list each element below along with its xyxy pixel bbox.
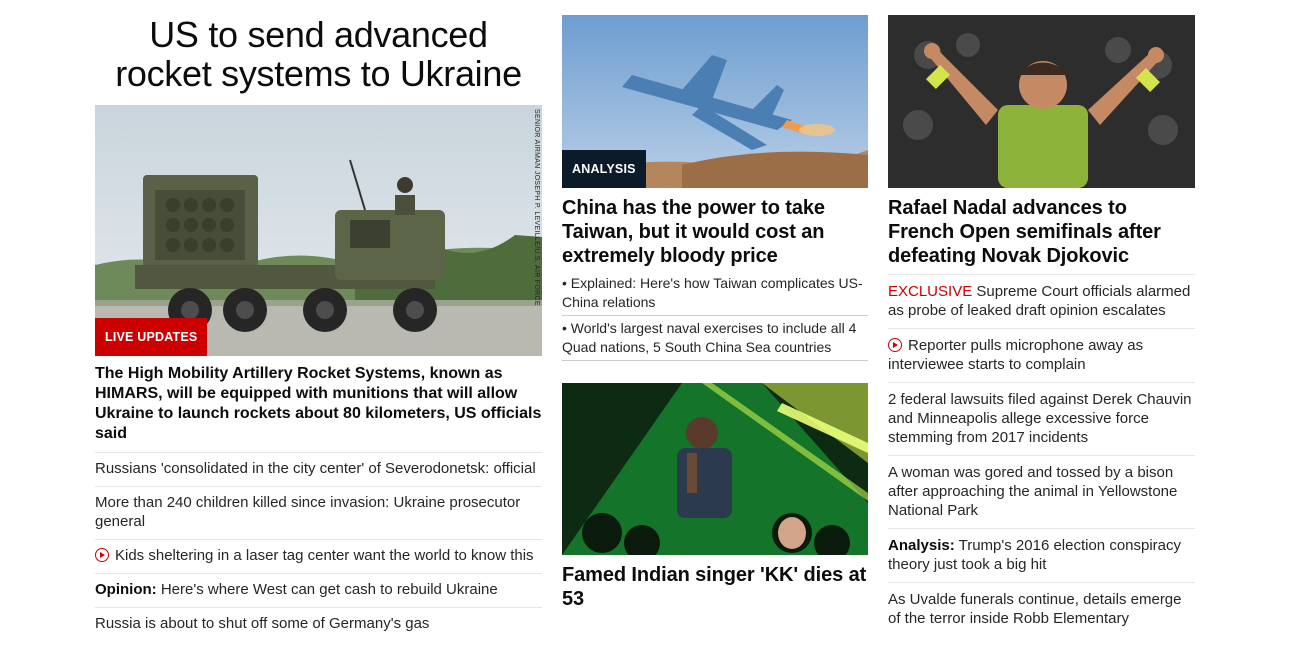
live-updates-badge[interactable]: LIVE UPDATES [95,318,208,356]
nadal-headline[interactable]: Rafael Nadal advances to French Open sem… [888,196,1195,268]
list-item[interactable]: Opinion: Here's where West can get cash … [95,574,542,608]
analysis-badge[interactable]: ANALYSIS [562,150,646,188]
right-column: Rafael Nadal advances to French Open sem… [888,0,1195,636]
play-icon [888,338,902,352]
lead-summary[interactable]: The High Mobility Artillery Rocket Syste… [95,364,542,453]
list-item[interactable]: Russians 'consolidated in the city cente… [95,453,542,487]
list-item[interactable]: 2 federal lawsuits filed against Derek C… [888,383,1195,456]
play-icon [95,548,109,562]
kk-image[interactable] [562,383,868,555]
list-item[interactable]: More than 240 children killed since inva… [95,487,542,540]
concert-photo [562,383,868,555]
middle-column: ANALYSIS China has the power to take Tai… [562,0,868,611]
list-item[interactable]: • Explained: Here's how Taiwan complicat… [562,274,868,316]
list-item[interactable]: A woman was gored and tossed by a bison … [888,456,1195,529]
china-headline[interactable]: China has the power to take Taiwan, but … [562,196,868,268]
list-item[interactable]: Russia is about to shut off some of Germ… [95,608,542,641]
image-credit: SENIOR AIRMAN JOSEPH P. LEVEILLE/U.S. AI… [533,109,540,306]
list-item[interactable]: Kids sheltering in a laser tag center wa… [95,540,542,574]
lead-story: US to send advanced rocket systems to Uk… [95,0,542,641]
china-related-list: • Explained: Here's how Taiwan complicat… [562,274,868,361]
nadal-related-list: EXCLUSIVE Supreme Court officials alarme… [888,274,1195,636]
list-item[interactable]: • World's largest naval exercises to inc… [562,319,868,361]
lead-image[interactable]: SENIOR AIRMAN JOSEPH P. LEVEILLE/U.S. AI… [95,105,542,356]
list-item[interactable]: Reporter pulls microphone away as interv… [888,329,1195,383]
lead-related-list: Russians 'consolidated in the city cente… [95,453,542,641]
lead-headline[interactable]: US to send advanced rocket systems to Uk… [95,15,542,93]
list-item[interactable]: Analysis: Trump's 2016 election conspira… [888,529,1195,583]
tennis-photo [888,15,1195,188]
china-image[interactable]: ANALYSIS [562,15,868,188]
list-item[interactable]: EXCLUSIVE Supreme Court officials alarme… [888,275,1195,329]
list-item[interactable]: As Uvalde funerals continue, details eme… [888,583,1195,636]
kk-headline[interactable]: Famed Indian singer 'KK' dies at 53 [562,563,868,611]
nadal-image[interactable] [888,15,1195,188]
